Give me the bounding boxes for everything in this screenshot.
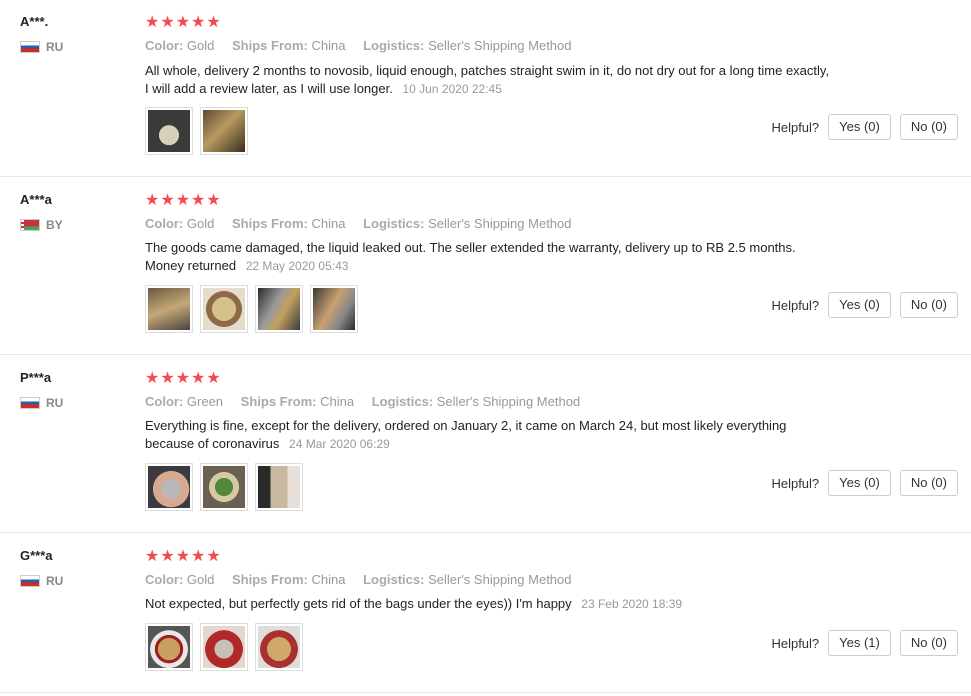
reviewer-country: BY xyxy=(20,218,63,232)
review-photo-thumbnail[interactable] xyxy=(200,285,248,333)
helpful-vote: Helpful? Yes (0) No (0) xyxy=(771,292,958,318)
color-label: Color: xyxy=(145,394,184,409)
color-label: Color: xyxy=(145,216,184,231)
review-photos xyxy=(145,107,248,155)
russia-flag-icon xyxy=(20,397,40,409)
review-item: A***a BY ★★★★★ Color: Gold Ships From: C… xyxy=(0,177,971,355)
ships-from-value: China xyxy=(311,572,346,587)
product-attributes: Color: Gold Ships From: China Logistics:… xyxy=(145,38,586,53)
helpful-vote: Helpful? Yes (1) No (0) xyxy=(771,630,958,656)
helpful-label: Helpful? xyxy=(771,119,820,135)
helpful-no-button[interactable]: No (0) xyxy=(899,470,958,496)
belarus-flag-icon xyxy=(20,219,40,231)
product-attributes: Color: Gold Ships From: China Logistics:… xyxy=(145,216,586,231)
review-photo-thumbnail[interactable] xyxy=(145,623,193,671)
review-date: 22 May 2020 05:43 xyxy=(245,259,349,273)
color-label: Color: xyxy=(145,38,184,53)
review-photos xyxy=(145,463,303,511)
color-value: Gold xyxy=(186,38,215,53)
helpful-vote: Helpful? Yes (0) No (0) xyxy=(771,470,958,496)
review-photo-thumbnail[interactable] xyxy=(255,623,303,671)
reviewer-name: A***a xyxy=(20,192,52,207)
logistics-value: Seller's Shipping Method xyxy=(428,572,572,587)
review-photo-thumbnail[interactable] xyxy=(255,463,303,511)
review-date: 24 Mar 2020 06:29 xyxy=(289,437,390,451)
ships-from-value: China xyxy=(320,394,355,409)
reviewer-country: RU xyxy=(20,396,63,410)
review-date: 23 Feb 2020 18:39 xyxy=(581,597,683,611)
ships-from-label: Ships From: xyxy=(240,394,317,409)
country-code: BY xyxy=(46,218,63,232)
review-body: Not expected, but perfectly gets rid of … xyxy=(145,596,572,611)
review-item: P***a RU ★★★★★ Color: Green Ships From: … xyxy=(0,355,971,533)
ships-from-label: Ships From: xyxy=(232,572,308,587)
color-value: Green xyxy=(186,394,224,409)
review-photo-thumbnail[interactable] xyxy=(255,285,303,333)
helpful-yes-button[interactable]: Yes (1) xyxy=(828,630,891,656)
ships-from-value: China xyxy=(311,38,346,53)
review-photo-thumbnail[interactable] xyxy=(200,463,248,511)
country-code: RU xyxy=(46,40,64,54)
review-body: Everything is fine, except for the deliv… xyxy=(145,418,787,451)
star-rating: ★★★★★ xyxy=(145,370,222,387)
review-text: Not expected, but perfectly gets rid of … xyxy=(145,595,835,613)
star-rating: ★★★★★ xyxy=(145,548,222,565)
logistics-label: Logistics: xyxy=(363,572,425,587)
review-photo-thumbnail[interactable] xyxy=(145,285,193,333)
star-rating: ★★★★★ xyxy=(145,192,222,209)
review-body: The goods came damaged, the liquid leake… xyxy=(145,240,796,273)
reviewer-name: P***a xyxy=(20,370,52,385)
review-photos xyxy=(145,623,303,671)
helpful-vote: Helpful? Yes (0) No (0) xyxy=(771,114,958,140)
review-item: G***a RU ★★★★★ Color: Gold Ships From: C… xyxy=(0,533,971,693)
logistics-label: Logistics: xyxy=(371,394,434,409)
reviewer-name: A***. xyxy=(20,14,49,29)
russia-flag-icon xyxy=(20,41,40,53)
helpful-label: Helpful? xyxy=(771,297,820,313)
helpful-no-button[interactable]: No (0) xyxy=(899,630,958,656)
review-item: A***. RU ★★★★★ Color: Gold Ships From: C… xyxy=(0,0,971,177)
logistics-value: Seller's Shipping Method xyxy=(428,38,572,53)
helpful-yes-button[interactable]: Yes (0) xyxy=(828,470,891,496)
helpful-label: Helpful? xyxy=(771,635,820,651)
country-code: RU xyxy=(46,396,64,410)
review-photos xyxy=(145,285,358,333)
helpful-no-button[interactable]: No (0) xyxy=(899,292,958,318)
review-date: 10 Jun 2020 22:45 xyxy=(402,82,502,96)
color-value: Gold xyxy=(186,572,215,587)
logistics-label: Logistics: xyxy=(363,38,425,53)
ships-from-label: Ships From: xyxy=(232,216,308,231)
review-photo-thumbnail[interactable] xyxy=(200,623,248,671)
color-label: Color: xyxy=(145,572,184,587)
logistics-value: Seller's Shipping Method xyxy=(436,394,581,409)
product-attributes: Color: Green Ships From: China Logistics… xyxy=(145,394,594,409)
star-rating: ★★★★★ xyxy=(145,14,222,31)
country-code: RU xyxy=(46,574,64,588)
review-photo-thumbnail[interactable] xyxy=(310,285,358,333)
review-text: All whole, delivery 2 months to novosib,… xyxy=(145,62,835,98)
logistics-value: Seller's Shipping Method xyxy=(428,216,572,231)
helpful-label: Helpful? xyxy=(771,475,820,491)
product-attributes: Color: Gold Ships From: China Logistics:… xyxy=(145,572,586,587)
helpful-no-button[interactable]: No (0) xyxy=(899,114,958,140)
ships-from-value: China xyxy=(311,216,346,231)
review-text: The goods came damaged, the liquid leake… xyxy=(145,239,835,275)
review-photo-thumbnail[interactable] xyxy=(145,107,193,155)
reviewer-name: G***a xyxy=(20,548,53,563)
review-text: Everything is fine, except for the deliv… xyxy=(145,417,835,453)
russia-flag-icon xyxy=(20,575,40,587)
reviewer-country: RU xyxy=(20,40,63,54)
review-photo-thumbnail[interactable] xyxy=(200,107,248,155)
helpful-yes-button[interactable]: Yes (0) xyxy=(828,292,891,318)
reviewer-country: RU xyxy=(20,574,63,588)
ships-from-label: Ships From: xyxy=(232,38,308,53)
logistics-label: Logistics: xyxy=(363,216,425,231)
helpful-yes-button[interactable]: Yes (0) xyxy=(828,114,891,140)
review-photo-thumbnail[interactable] xyxy=(145,463,193,511)
color-value: Gold xyxy=(186,216,215,231)
